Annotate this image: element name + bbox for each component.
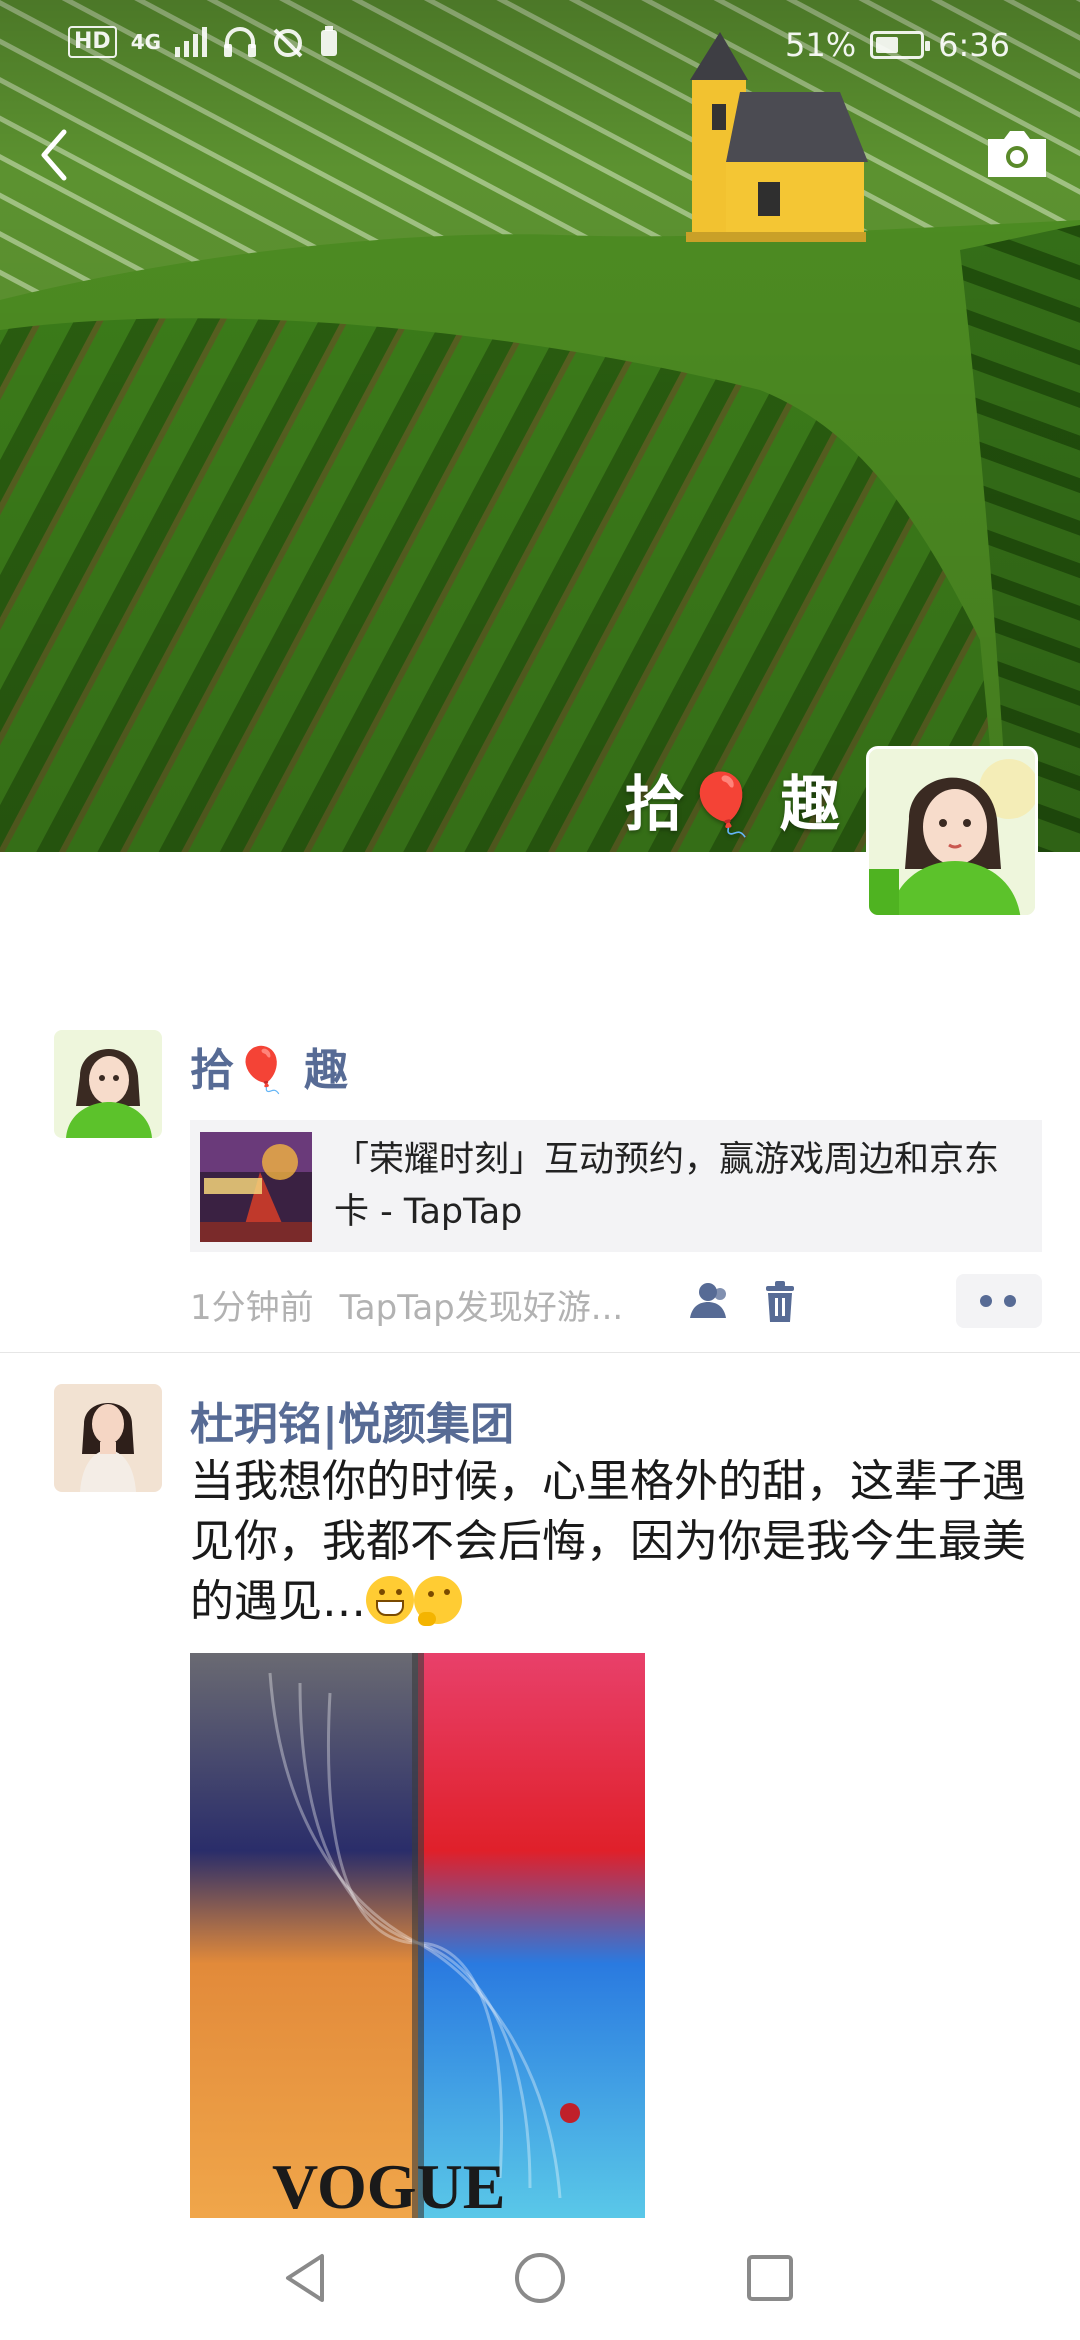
thinking-emoji-icon <box>414 1576 462 1626</box>
notification-battery-icon <box>321 26 338 56</box>
shared-link-thumbnail <box>200 1132 312 1242</box>
more-dot <box>980 1295 992 1307</box>
back-icon[interactable] <box>30 120 80 190</box>
post-author-avatar[interactable] <box>54 1384 162 1492</box>
post-image[interactable]: VOGUE <box>190 1653 645 2218</box>
moments-page: HD 4G 51% 6:36 拾🎈 趣 拾🎈 趣 「荣耀时刻」互动预约，赢游戏周… <box>0 0 1080 2340</box>
avatar-illustration <box>54 1030 162 1138</box>
friends-visibility-icon[interactable] <box>686 1278 734 1326</box>
vogue-cover-image: VOGUE <box>190 1653 645 2218</box>
nav-home-icon[interactable] <box>510 2248 570 2308</box>
more-actions-button[interactable] <box>956 1274 1042 1328</box>
shared-link-card[interactable]: 「荣耀时刻」互动预约，赢游戏周边和京东卡 - TapTap <box>190 1120 1042 1252</box>
vineyard-scene <box>0 0 1080 852</box>
grinning-emoji-icon <box>366 1576 414 1624</box>
shared-link-title: 「荣耀时刻」互动预约，赢游戏周边和京东卡 - TapTap <box>334 1140 1000 1232</box>
nav-back-icon[interactable] <box>278 2248 338 2308</box>
network-type-label: 4G <box>130 30 162 54</box>
headphones-icon <box>224 27 257 57</box>
post-time: 1分钟前 <box>190 1288 314 1328</box>
status-bar: HD 4G 51% 6:36 <box>0 0 1080 90</box>
camera-icon[interactable] <box>984 125 1050 181</box>
post-source[interactable]: TapTap发现好游... <box>340 1288 624 1328</box>
nav-recents-icon[interactable] <box>740 2248 800 2308</box>
post-text: 当我想你的时候，心里格外的甜，这辈子遇见你，我都不会后悔，因为你是我今生最美的遇… <box>190 1456 1026 1627</box>
hd-network-badge: HD <box>68 26 117 58</box>
alarm-off-icon <box>273 28 303 58</box>
battery-level <box>876 37 898 53</box>
profile-avatar[interactable] <box>866 746 1038 918</box>
avatar-photo <box>54 1384 162 1492</box>
avatar-illustration <box>869 749 1035 915</box>
profile-name: 拾🎈 趣 <box>624 770 840 840</box>
post-content: 当我想你的时候，心里格外的甜，这辈子遇见你，我都不会后悔，因为你是我今生最美的遇… <box>190 1452 1040 1632</box>
system-navigation-bar <box>0 2218 1080 2340</box>
post-author-avatar[interactable] <box>54 1030 162 1138</box>
post-meta: 1分钟前 TapTap发现好游... <box>190 1280 623 1329</box>
battery-percent: 51% <box>785 26 857 64</box>
game-poster-thumbnail <box>200 1132 312 1242</box>
cover-photo[interactable]: HD 4G 51% 6:36 拾🎈 趣 <box>0 0 1080 852</box>
post-author-name[interactable]: 杜玥铭|悦颜集团 <box>190 1388 514 1452</box>
vogue-wordmark: VOGUE <box>272 2151 505 2218</box>
battery-icon <box>870 31 931 59</box>
trash-icon[interactable] <box>756 1278 804 1326</box>
clock-time: 6:36 <box>938 26 1010 64</box>
post-author-name[interactable]: 拾🎈 趣 <box>190 1034 348 1098</box>
post-divider <box>0 1352 1080 1353</box>
signal-icon <box>175 27 208 57</box>
more-dot <box>1004 1295 1016 1307</box>
